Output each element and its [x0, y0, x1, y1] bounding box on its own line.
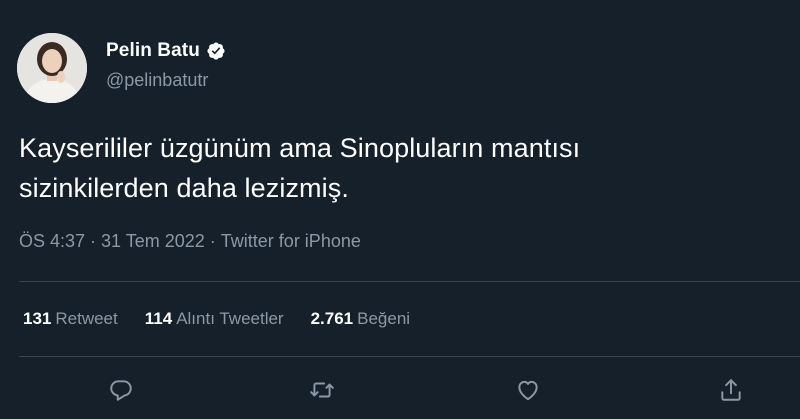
share-button[interactable] — [713, 372, 749, 408]
author-name-row: Pelin Batu — [106, 40, 226, 62]
retweet-icon — [310, 382, 334, 398]
quotes-count: 114 — [144, 309, 173, 328]
tweet-text: Kayserililer üzgünüm ama Sinopluların ma… — [19, 128, 779, 208]
retweet-button[interactable] — [304, 372, 340, 408]
tweet-actions — [0, 372, 800, 408]
quotes-label: Alıntı Tweetler — [176, 309, 284, 328]
reply-button[interactable] — [103, 372, 139, 408]
tweet-text-line: Kayserililer üzgünüm ama Sinopluların ma… — [19, 133, 581, 163]
verified-badge-icon — [206, 41, 226, 61]
tweet-date[interactable]: 31 Tem 2022 — [101, 231, 205, 251]
tweet-card: Pelin Batu @pelinbatutr Kayserililer üzg… — [0, 0, 800, 419]
tweet-stats: 131 Retweet 114 Alıntı Tweetler 2.761 Beğen… — [23, 309, 437, 329]
likes-count: 2.761 — [310, 309, 354, 328]
reply-icon — [110, 380, 132, 401]
display-name[interactable]: Pelin Batu — [106, 40, 200, 62]
meta-separator: · — [90, 231, 97, 251]
like-button[interactable] — [510, 372, 546, 408]
author-handle[interactable]: @pelinbatutr — [106, 70, 208, 91]
avatar[interactable] — [17, 33, 87, 103]
retweets-label: Retweet — [55, 309, 118, 328]
tweet-text-line: sizinkilerden daha lezizmiş. — [19, 173, 349, 203]
likes-stat[interactable]: 2.761 Beğeni — [311, 309, 410, 329]
tweet-meta: ÖS 4:37 · 31 Tem 2022 · Twitter for iPhone — [19, 231, 361, 252]
divider — [19, 281, 800, 282]
retweets-count: 131 — [23, 309, 52, 328]
retweets-stat[interactable]: 131 Retweet — [23, 309, 118, 329]
tweet-source[interactable]: Twitter for iPhone — [221, 231, 361, 251]
tweet-time[interactable]: ÖS 4:37 — [19, 231, 85, 251]
profile-photo-icon — [17, 33, 87, 103]
meta-separator: · — [209, 231, 216, 251]
quotes-stat[interactable]: 114 Alıntı Tweetler — [145, 309, 284, 329]
share-icon — [721, 379, 741, 401]
like-icon — [518, 380, 538, 401]
divider — [19, 356, 800, 357]
likes-label: Beğeni — [357, 309, 411, 328]
